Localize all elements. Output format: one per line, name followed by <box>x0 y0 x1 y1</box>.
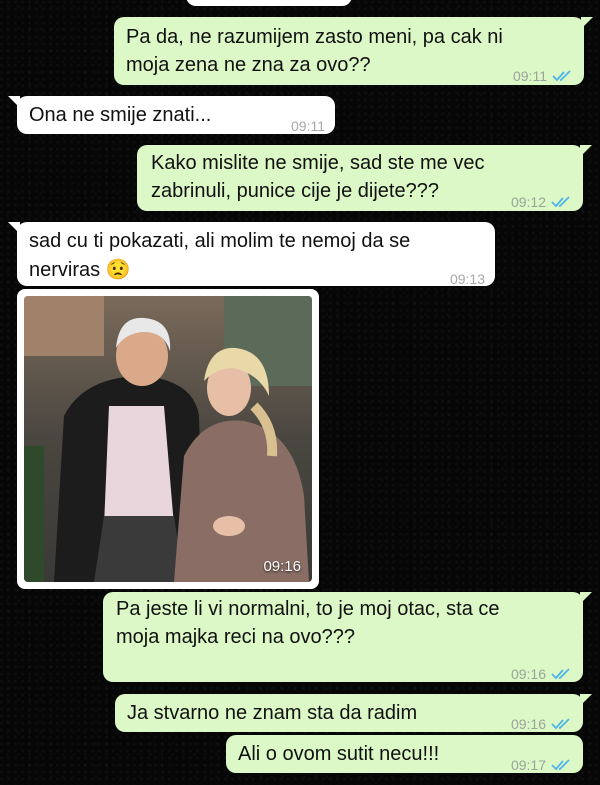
message-text-line: moja zena ne zna za ovo?? <box>126 54 371 76</box>
message-text-fragment: nerviras <box>29 259 101 281</box>
message-text-line: Kako mislite ne smije, sad ste me vec <box>151 152 485 174</box>
message-time: 09:11 <box>291 118 325 134</box>
read-ticks-icon <box>551 718 570 730</box>
read-ticks-icon <box>551 196 570 208</box>
message-meta: 09:17 <box>511 750 571 780</box>
message-meta: 09:13 <box>450 264 485 294</box>
message-bubble-incoming[interactable]: sad cu ti pokazati, ali molim te nemoj d… <box>8 222 495 287</box>
message-bubble-outgoing[interactable]: Kako mislite ne smije, sad ste me vec za… <box>137 145 592 211</box>
read-ticks-icon <box>552 70 571 82</box>
message-text: Ja stvarno ne znam sta da radim <box>127 702 418 724</box>
message-bubble-outgoing[interactable]: Ali o ovom sutit necu!!! 09:17 <box>226 735 583 773</box>
message-time: 09:12 <box>510 194 546 210</box>
message-bubble-incoming[interactable]: Ona ne smije znati... 09:11 <box>8 96 335 134</box>
message-time: 09:16 <box>510 666 546 682</box>
message-time: 09:11 <box>513 68 547 84</box>
message-bubble-outgoing[interactable]: Ja stvarno ne znam sta da radim 09:16 <box>115 694 592 732</box>
photo-thumbnail[interactable] <box>24 296 312 582</box>
message-text: Ali o ovom sutit necu!!! <box>238 743 440 765</box>
message-meta: 09:16 <box>511 659 571 689</box>
message-bubble-outgoing[interactable]: Pa da, ne razumijem zasto meni, pa cak n… <box>114 17 593 85</box>
message-bubble-outgoing[interactable]: Pa jeste li vi normalni, to je moj otac,… <box>103 592 592 682</box>
message-time: 09:13 <box>449 271 485 287</box>
message-text-line: sad cu ti pokazati, ali molim te nemoj d… <box>29 230 411 252</box>
couple-photo-image <box>24 296 312 582</box>
message-meta: 09:11 <box>513 61 572 91</box>
message-text-line: Pa jeste li vi normalni, to je moj otac,… <box>116 598 500 620</box>
message-text: Ona ne smije znati... <box>29 104 212 126</box>
read-ticks-icon <box>551 668 570 680</box>
read-ticks-icon <box>551 759 570 771</box>
message-text-line: Pa da, ne razumijem zasto meni, pa cak n… <box>126 26 503 48</box>
message-time: 09:16 <box>263 558 301 575</box>
message-text-line: nerviras 😟 <box>29 255 131 285</box>
message-bubble-incoming-partial[interactable] <box>186 0 352 6</box>
message-time: 09:17 <box>510 757 546 773</box>
message-text-line: zabrinuli, punice cije je dijete??? <box>151 180 439 202</box>
worried-face-emoji: 😟 <box>105 259 131 281</box>
message-meta: 09:12 <box>511 187 571 217</box>
message-text-line: moja majka reci na ovo??? <box>116 626 356 648</box>
message-meta: 09:11 <box>291 111 325 141</box>
message-image-incoming[interactable]: 09:16 <box>17 289 319 589</box>
